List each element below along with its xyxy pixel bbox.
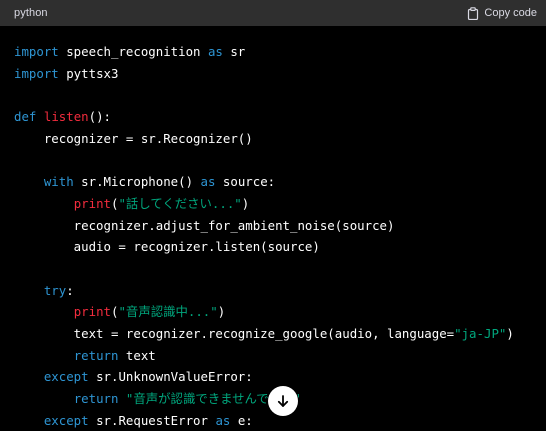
scroll-to-bottom-button[interactable]	[268, 386, 298, 416]
code-line: import pyttsx3	[14, 63, 546, 85]
code-token: as	[215, 412, 231, 428]
code-line: recognizer = sr.Recognizer()	[14, 128, 546, 150]
code-token: "話してください..."	[118, 195, 242, 211]
copy-code-button[interactable]: Copy code	[467, 6, 537, 20]
code-token: sr	[222, 44, 246, 59]
code-token: print	[73, 304, 111, 320]
code-token: text = recognizer.recognize_google(audio…	[14, 325, 455, 341]
code-token: sr.UnknownValueError:	[88, 369, 253, 385]
code-token: text	[118, 347, 156, 363]
code-token: print	[73, 195, 111, 211]
code-token: except	[43, 412, 89, 428]
code-token: pyttsx3	[58, 65, 119, 81]
code-block: python Copy code import speech_recogniti…	[0, 0, 546, 431]
code-token: recognizer.adjust_for_ambient_noise(sour…	[14, 217, 395, 233]
code-token: return	[73, 347, 119, 363]
code-line: return text	[14, 345, 546, 367]
code-line: print("音声認識中...")	[14, 301, 546, 323]
code-header: python Copy code	[0, 0, 546, 26]
arrow-down-icon	[276, 394, 290, 408]
code-line: print("話してください...")	[14, 193, 546, 215]
language-label: python	[14, 7, 48, 19]
code-token: )	[506, 325, 514, 341]
code-token: ():	[88, 109, 112, 125]
code-line: try:	[14, 280, 546, 302]
code-line: recognizer.adjust_for_ambient_noise(sour…	[14, 215, 546, 237]
code-token: as	[207, 44, 223, 59]
code-token: return	[73, 391, 119, 406]
code-token: recognizer = sr.Recognizer()	[14, 130, 253, 146]
code-token: import	[14, 44, 59, 59]
code-token: source:	[215, 174, 276, 190]
code-token: :	[66, 282, 74, 298]
code-token: except	[43, 369, 89, 385]
code-line: import speech_recognition as sr	[14, 41, 546, 63]
code-token: e:	[230, 412, 253, 428]
code-token: import	[14, 65, 59, 81]
code-token: listen	[43, 109, 89, 125]
code-token: with	[43, 174, 74, 190]
code-token: def	[14, 109, 37, 125]
code-token: audio = recognizer.listen(source)	[14, 239, 320, 255]
copy-code-label: Copy code	[484, 7, 537, 19]
code-token: as	[200, 174, 216, 190]
code-line: text = recognizer.recognize_google(audio…	[14, 323, 546, 345]
code-token: )	[241, 195, 250, 211]
code-line: except sr.UnknownValueError:	[14, 366, 546, 388]
code-token: sr.RequestError	[88, 412, 216, 428]
code-token: try	[43, 282, 67, 298]
code-token: sr.Microphone()	[73, 174, 201, 190]
code-token: "ja-JP"	[454, 325, 507, 341]
code-line: audio = recognizer.listen(source)	[14, 236, 546, 258]
code-token: )	[217, 304, 226, 320]
clipboard-icon	[467, 6, 479, 20]
code-line: def listen():	[14, 106, 546, 128]
code-token: speech_recognition	[58, 44, 208, 59]
code-token: "音声認識中..."	[118, 304, 218, 320]
code-line: with sr.Microphone() as source:	[14, 171, 546, 193]
code-content: import speech_recognition as sr import py…	[0, 26, 546, 431]
